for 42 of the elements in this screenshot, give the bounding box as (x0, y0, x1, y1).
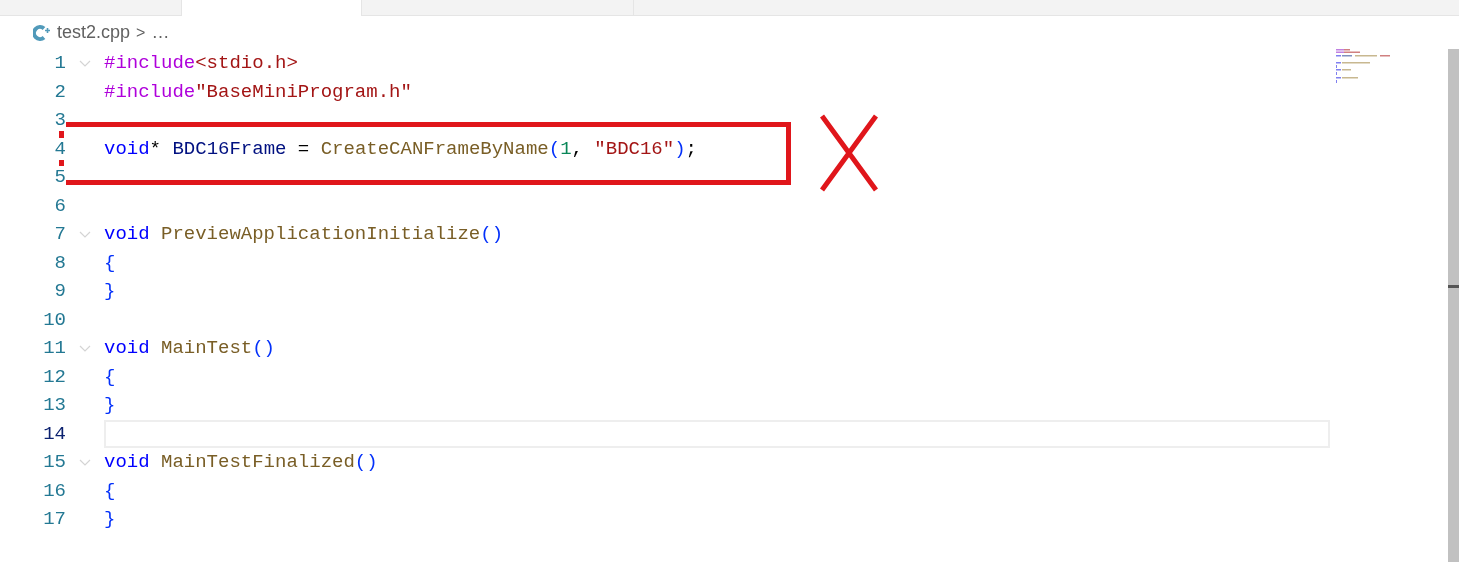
number-literal: 1 (560, 136, 572, 162)
keyword: void (104, 450, 150, 475)
bracket: () (252, 336, 276, 361)
keyword: void (104, 336, 150, 361)
bracket: { (104, 478, 116, 504)
preprocessor-directive: #include (104, 79, 196, 105)
code-text: = (296, 136, 311, 162)
code-text: * (149, 136, 162, 162)
function-name: MainTest (161, 336, 253, 361)
editor-tab[interactable] (182, 0, 362, 16)
bracket: } (104, 507, 116, 532)
breadcrumb-item[interactable]: test2.cpp (57, 19, 131, 46)
string-literal: <stdio.h> (195, 51, 298, 76)
fold-chevron-icon[interactable] (79, 59, 91, 67)
breadcrumb-separator: > (136, 22, 146, 43)
keyword: void (104, 136, 150, 162)
fold-chevron-icon[interactable] (79, 344, 91, 352)
cpp-file-icon (33, 24, 51, 41)
bracket: } (104, 393, 116, 418)
code-text: , (571, 136, 584, 162)
preprocessor-directive: #include (104, 51, 196, 76)
function-name: MainTestFinalized (161, 450, 355, 475)
cross-mark-icon (820, 114, 878, 192)
function-name: PreviewApplicationInitialize (161, 222, 481, 247)
bracket: () (354, 450, 378, 475)
bracket: ( (548, 136, 561, 162)
fold-chevron-icon[interactable] (79, 458, 91, 466)
function-name: CreateCANFrameByName (320, 136, 549, 162)
bracket: { (104, 250, 116, 276)
bracket: ) (674, 136, 686, 162)
bracket: { (104, 364, 116, 390)
bracket: () (480, 222, 504, 247)
keyword: void (104, 222, 150, 247)
code-text: ; (685, 136, 697, 162)
breadcrumb-item[interactable]: … (151, 19, 170, 46)
bracket: } (104, 279, 116, 304)
string-literal: "BaseMiniProgram.h" (195, 79, 412, 105)
variable-name: BDC16Frame (172, 136, 287, 162)
fold-chevron-icon[interactable] (79, 230, 91, 238)
scrollbar[interactable] (1448, 49, 1459, 562)
string-literal: "BDC16" (594, 136, 675, 162)
line-number: 4 (54, 137, 66, 160)
